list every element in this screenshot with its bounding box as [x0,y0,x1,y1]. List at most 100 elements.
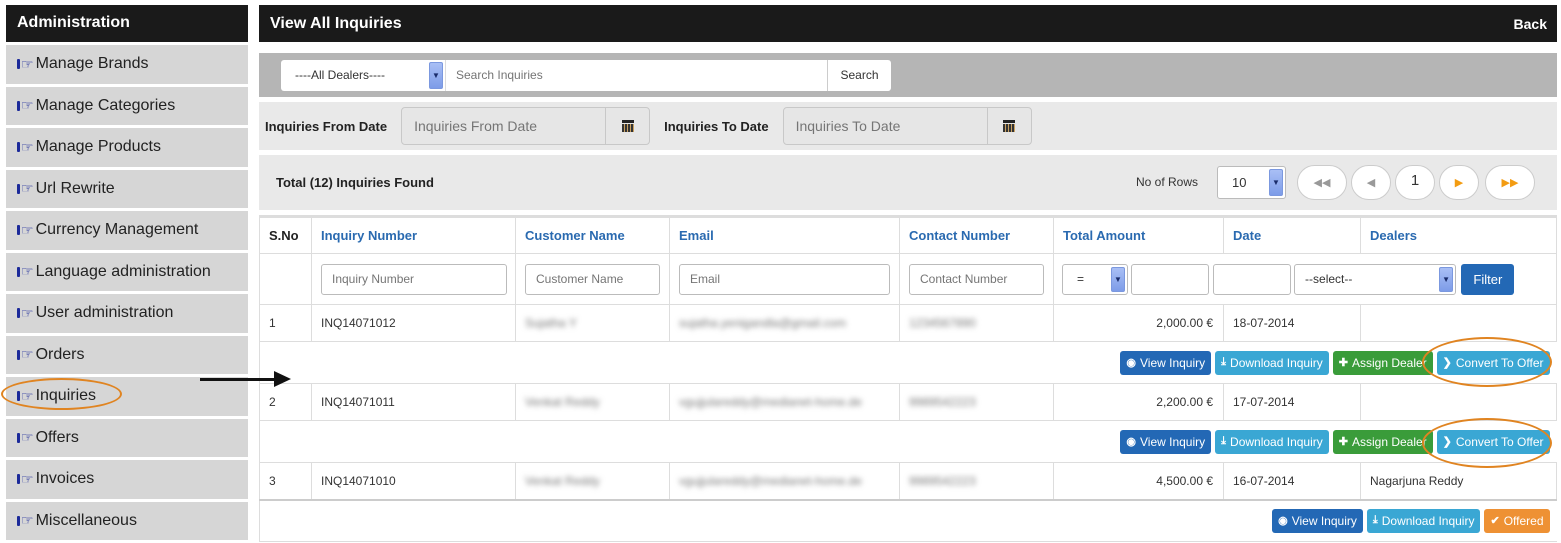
assign-dealer-button[interactable]: ✚ Assign Dealer [1332,429,1433,454]
column-header-email[interactable]: Email [669,216,900,254]
amount-value-filter[interactable] [1131,263,1210,295]
plus-icon: ✚ [1338,436,1348,448]
total-amount-cell: 4,500.00 € [1053,462,1224,500]
date-cell: 17-07-2014 [1223,383,1361,421]
column-header-contact-number[interactable]: Contact Number [899,216,1054,254]
current-page-button[interactable]: 1 [1395,165,1435,200]
button-label: Assign Dealer [1351,434,1427,449]
hand-pointer-icon: ☞ [17,139,34,156]
button-label: View Inquiry [1140,434,1206,449]
download-inquiry-button[interactable]: ⤓ Download Inquiry [1215,429,1329,454]
total-amount-cell: 2,000.00 € [1053,304,1224,342]
back-link[interactable]: Back [1514,16,1547,32]
email-filter[interactable] [679,263,890,295]
column-header-sno: S.No [259,216,312,254]
from-date-group [401,107,651,145]
chevron-down-icon: ▼ [1269,169,1283,196]
filter-button[interactable]: Filter [1461,263,1515,295]
contact-number-cell: 9989542223 [909,473,976,488]
column-header-dealers[interactable]: Dealers [1360,216,1557,254]
hand-pointer-icon: ☞ [17,471,34,488]
download-inquiry-button[interactable]: ⤓ Download Inquiry [1366,508,1481,533]
sidebar-item-label: User administration [35,304,174,322]
convert-to-offer-button[interactable]: ❯ Convert To Offer [1436,429,1550,454]
sidebar-item-inquiries[interactable]: ☞ Inquiries [6,377,248,416]
sidebar-item-manage-brands[interactable]: ☞ Manage Brands [6,45,248,84]
hand-pointer-icon: ☞ [17,56,34,73]
page-header: View All Inquiries Back [259,5,1557,42]
sidebar-item-miscellaneous[interactable]: ☞ Miscellaneous [6,501,248,540]
column-header-total-amount[interactable]: Total Amount [1053,216,1224,254]
sidebar-item-currency-management[interactable]: ☞ Currency Management [6,211,248,250]
column-header-inquiry-number[interactable]: Inquiry Number [311,216,516,254]
inquiry-number-filter[interactable] [321,263,507,295]
hand-pointer-icon: ☞ [17,263,34,280]
convert-to-offer-button[interactable]: ❯ Convert To Offer [1436,350,1550,375]
from-date-picker-button[interactable] [605,108,649,144]
last-page-icon: ▶▶ [1501,177,1519,189]
sidebar-item-url-rewrite[interactable]: ☞ Url Rewrite [6,169,248,208]
hand-pointer-icon: ☞ [17,305,34,322]
sidebar-item-language-administration[interactable]: ☞ Language administration [6,252,248,291]
from-date-input[interactable] [402,108,606,144]
button-label: Convert To Offer [1455,355,1544,370]
last-page-button[interactable]: ▶▶ [1485,165,1535,200]
sidebar-item-label: Inquiries [35,387,97,405]
view-inquiry-button[interactable]: ◉ View Inquiry [1272,508,1363,533]
hand-pointer-icon: ☞ [17,222,34,239]
next-page-icon: ▶ [1454,177,1464,189]
view-inquiry-button[interactable]: ◉ View Inquiry [1120,429,1212,454]
email-cell: vgujjulareddy@medianet-home.de [679,473,862,488]
view-inquiry-button[interactable]: ◉ View Inquiry [1120,350,1212,375]
row-actions: ◉ View Inquiry ⤓ Download Inquiry ✔ Offered [259,499,1557,542]
email-cell: vgujjulareddy@medianet-home.de [679,395,862,409]
download-icon: ⤓ [1221,435,1227,447]
chevron-down-icon: ▼ [429,61,443,89]
first-page-button[interactable]: ◀◀ [1297,165,1347,200]
dealer-filter-value: --select-- [1305,272,1353,286]
sidebar-item-label: Language administration [35,262,211,280]
to-date-input[interactable] [783,108,987,144]
search-input[interactable] [445,59,827,91]
checkmark-icon: ✔ [1490,515,1500,528]
inquiry-number-cell: INQ14071012 [311,304,516,342]
rows-per-page-value: 10 [1232,175,1247,190]
sidebar-item-manage-products[interactable]: ☞ Manage Products [6,128,248,167]
inquiries-table: S.No Inquiry Number Customer Name Email … [259,215,1557,542]
to-date-picker-button[interactable] [986,108,1031,144]
next-page-button[interactable]: ▶ [1439,165,1479,200]
sidebar-item-label: Url Rewrite [35,179,115,197]
to-date-label: Inquiries To Date [664,118,769,134]
dealer-filter-select[interactable]: ----All Dealers---- ▼ [281,59,445,91]
offered-status-button[interactable]: ✔ Offered [1484,508,1550,533]
dealer-column-filter-select[interactable]: --select-- ▼ [1294,263,1457,295]
prev-page-button[interactable]: ◀ [1351,165,1391,200]
sidebar-item-label: Miscellaneous [35,511,137,529]
chevron-down-icon: ▼ [1439,266,1454,292]
rows-per-page-select[interactable]: 10 ▼ [1217,166,1286,199]
download-inquiry-button[interactable]: ⤓ Download Inquiry [1215,350,1329,375]
customer-name-cell: Venkat Reddy [525,395,600,409]
assign-dealer-button[interactable]: ✚ Assign Dealer [1332,350,1433,375]
button-label: Offered [1503,513,1544,528]
customer-name-filter[interactable] [525,263,660,295]
sidebar-item-user-administration[interactable]: ☞ User administration [6,294,248,333]
column-header-date[interactable]: Date [1223,216,1361,254]
sidebar-item-manage-categories[interactable]: ☞ Manage Categories [6,86,248,125]
prev-page-icon: ◀ [1366,177,1376,189]
contact-number-filter[interactable] [909,263,1044,295]
sidebar-item-offers[interactable]: ☞ Offers [6,418,248,457]
button-label: View Inquiry [1291,513,1357,528]
column-header-customer-name[interactable]: Customer Name [515,216,670,254]
date-filter[interactable] [1212,263,1291,295]
search-button[interactable]: Search [827,59,891,91]
sidebar-item-orders[interactable]: ☞ Orders [6,335,248,374]
amount-operator-select[interactable]: = ▼ [1062,263,1128,295]
hand-pointer-icon: ☞ [17,180,34,197]
sidebar-item-label: Currency Management [35,221,199,239]
row-actions: ◉ View Inquiry ⤓ Download Inquiry ✚ Assign … [259,341,1557,384]
customer-name-cell: Sujatha Y [525,316,577,330]
sidebar-item-invoices[interactable]: ☞ Invoices [6,460,248,499]
button-label: Download Inquiry [1381,513,1475,528]
plus-icon: ✚ [1338,357,1348,369]
